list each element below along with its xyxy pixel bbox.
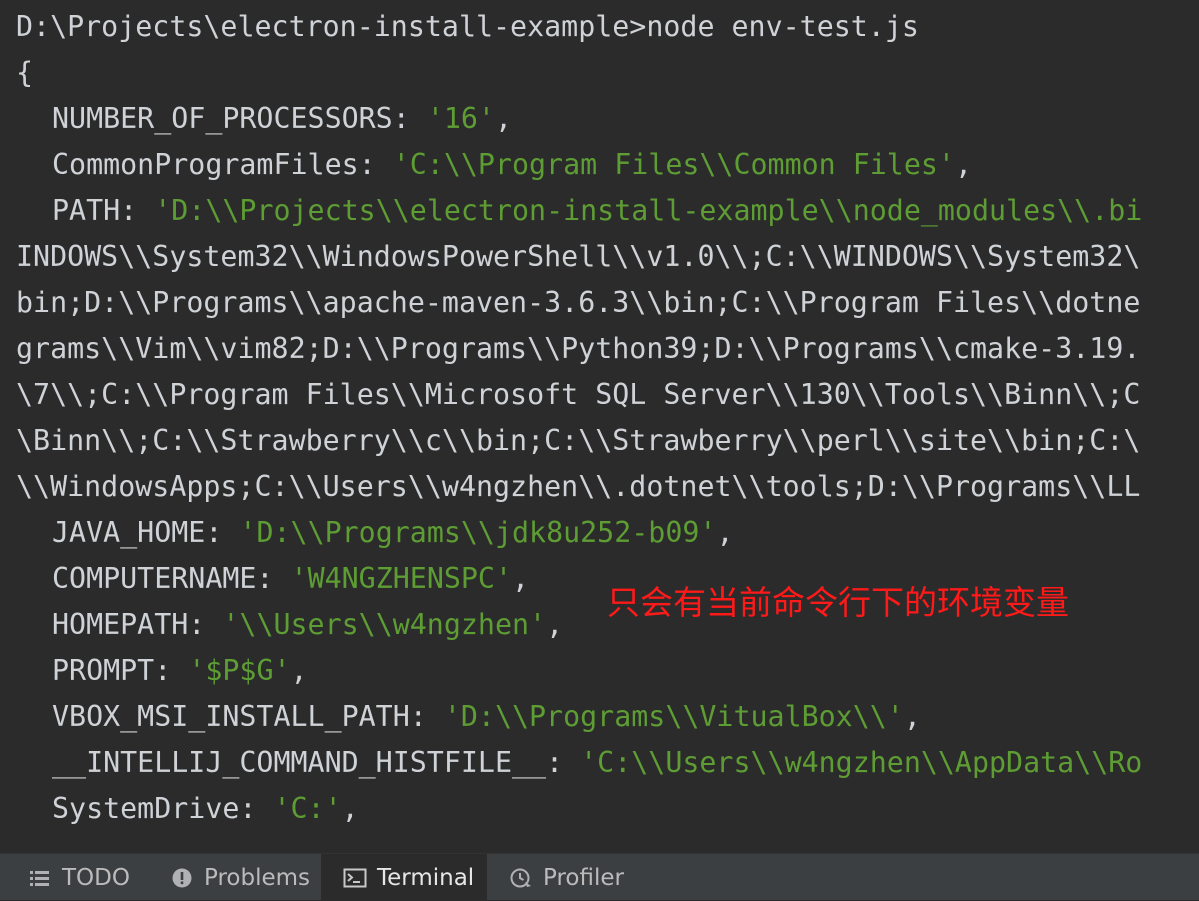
env-suffix: , [512,562,530,595]
list-icon [28,866,52,890]
tab-label: Problems [204,864,311,891]
env-entry-homepath: HOMEPATH: '\\Users\\w4ngzhen', [16,602,563,648]
env-value: 'C:\\Program Files\\Common Files' [392,148,955,181]
tab-label: Profiler [543,864,624,891]
env-entry-intellij-command-histfile: __INTELLIJ_COMMAND_HISTFILE__: 'C:\\User… [16,740,1142,786]
env-suffix: , [290,654,308,687]
env-value: 'C:\\Users\\w4ngzhen\\AppData\\Ro [580,746,1143,779]
env-key: CommonProgramFiles: [52,148,376,181]
env-value: '$P$G' [188,654,291,687]
env-suffix: , [546,608,564,641]
env-value: '\\Users\\w4ngzhen' [222,608,547,641]
env-key: PATH: [52,194,138,227]
env-value: 'D:\\Projects\\electron-install-example\… [154,194,1143,227]
env-entry-java-home: JAVA_HOME: 'D:\\Programs\\jdk8u252-b09', [16,510,733,556]
path-wrapped-line: grams\\Vim\\vim82;D:\\Programs\\Python39… [16,332,1141,365]
profiler-icon [509,866,533,890]
path-wrapped-line: \Binn\\;C:\\Strawberry\\c\\bin;C:\\Straw… [16,424,1141,457]
path-wrapped-line: INDOWS\\System32\\WindowsPowerShell\\v1.… [16,240,1141,273]
env-value: '16' [426,102,495,135]
terminal-output[interactable]: D:\Projects\electron-install-example>nod… [0,0,1199,853]
tab-problems[interactable]: Problems [160,854,320,901]
path-wrapped-line: \\WindowsApps;C:\\Users\\w4ngzhen\\.dotn… [16,470,1141,503]
env-key: __INTELLIJ_COMMAND_HISTFILE__: [52,746,564,779]
env-value: 'D:\\Programs\\VitualBox\\' [443,700,904,733]
tab-profiler[interactable]: Profiler [497,854,647,901]
env-key: JAVA_HOME: [52,516,223,549]
path-wrapped-line: \7\\;C:\\Program Files\\Microsoft SQL Se… [16,378,1141,411]
tool-window-bar: TODO Problems Terminal Profiler [0,853,1199,901]
env-value: 'W4NGZHENSPC' [290,562,513,595]
open-brace: { [16,56,34,89]
env-entry-system-drive: SystemDrive: 'C:', [16,786,359,832]
env-key: HOMEPATH: [52,608,206,641]
env-key: PROMPT: [52,654,172,687]
env-entry-path: PATH: 'D:\\Projects\\electron-install-ex… [16,188,1142,234]
env-entry-number-of-processors: NUMBER_OF_PROCESSORS: '16', [16,96,512,142]
env-entry-common-program-files: CommonProgramFiles: 'C:\\Program Files\\… [16,142,972,188]
tab-label: Terminal [377,864,475,891]
env-entry-computername: COMPUTERNAME: 'W4NGZHENSPC', [16,556,529,602]
env-suffix: , [716,516,734,549]
env-key: VBOX_MSI_INSTALL_PATH: [52,700,427,733]
env-entry-vbox-msi-install-path: VBOX_MSI_INSTALL_PATH: 'D:\\Programs\\Vi… [16,694,921,740]
env-suffix: , [903,700,921,733]
env-value: 'D:\\Programs\\jdk8u252-b09' [239,516,717,549]
tab-terminal[interactable]: Terminal [321,854,487,901]
tab-label: TODO [62,864,130,891]
env-suffix: , [341,792,359,825]
env-suffix: , [494,102,513,135]
warning-circle-icon [170,866,194,890]
env-entry-prompt: PROMPT: '$P$G', [16,648,308,694]
annotation-note: 只会有当前命令行下的环境变量 [607,583,1069,622]
env-suffix: , [954,148,972,181]
prompt-command-line: D:\Projects\electron-install-example>nod… [16,10,919,43]
env-key: COMPUTERNAME: [52,562,274,595]
tab-todo[interactable]: TODO [20,854,140,901]
env-key: NUMBER_OF_PROCESSORS: [52,102,410,135]
terminal-icon [343,866,367,890]
env-value: 'C:' [273,792,342,825]
path-wrapped-line: bin;D:\\Programs\\apache-maven-3.6.3\\bi… [16,286,1141,319]
env-key: SystemDrive: [52,792,257,825]
